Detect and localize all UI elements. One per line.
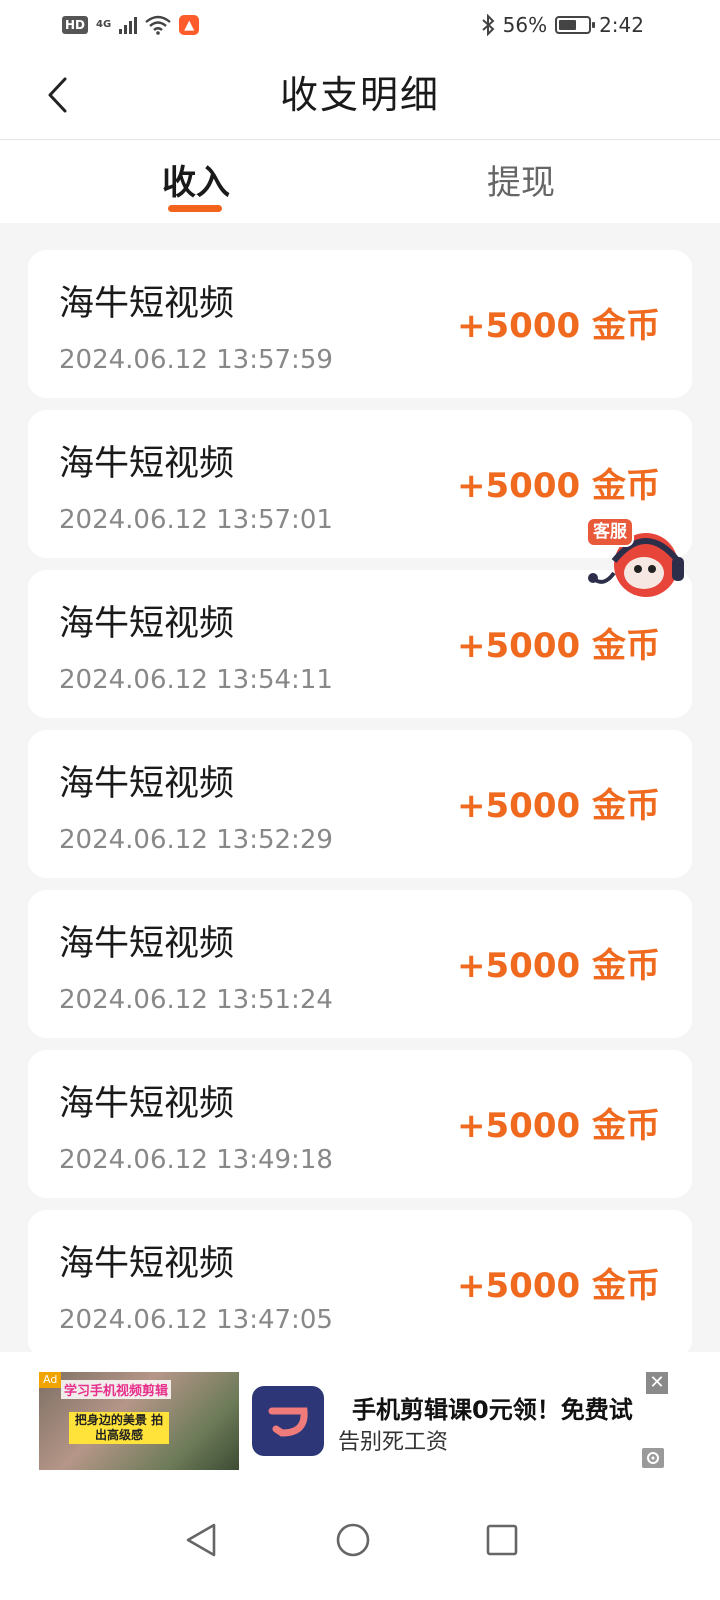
record-source: 海牛短视频 xyxy=(59,284,235,324)
ad-tag: Ad xyxy=(39,1372,62,1388)
record-amount: +5000 金币 xyxy=(457,306,660,346)
status-bar: HD 4G ▲ 56% 2:42 xyxy=(0,0,720,50)
nav-home-icon[interactable] xyxy=(323,1510,383,1570)
nav-back-icon[interactable] xyxy=(172,1510,232,1570)
chevron-left-icon xyxy=(48,77,67,113)
bluetooth-icon xyxy=(481,14,495,36)
record-item[interactable]: 海牛短视频 2024.06.12 13:49:18 +5000 金币 xyxy=(28,1050,692,1198)
clock: 2:42 xyxy=(599,13,644,37)
ad-thumbnail[interactable]: Ad 学习手机视频剪辑 把身边的美景 拍出高级感 xyxy=(39,1372,239,1470)
record-source: 海牛短视频 xyxy=(59,604,235,644)
record-amount: +5000 金币 xyxy=(457,786,660,826)
ad-banner[interactable]: Ad 学习手机视频剪辑 把身边的美景 拍出高级感 手机剪辑课0元领！免费试 告别… xyxy=(0,1352,720,1490)
back-button[interactable] xyxy=(34,72,80,118)
record-time: 2024.06.12 13:49:18 xyxy=(59,1145,333,1175)
ad-app-logo[interactable] xyxy=(252,1386,324,1456)
customer-service-button[interactable]: 客服 xyxy=(584,515,688,607)
system-navigation-bar xyxy=(0,1490,720,1600)
record-amount: +5000 金币 xyxy=(457,946,660,986)
tab-bar: 收入 提现 xyxy=(0,140,720,223)
battery-icon xyxy=(555,16,596,34)
record-item[interactable]: 海牛短视频 2024.06.12 13:47:05 +5000 金币 xyxy=(28,1210,692,1358)
record-time: 2024.06.12 13:54:11 xyxy=(59,665,333,695)
page-title: 收支明细 xyxy=(279,73,440,117)
wifi-icon xyxy=(145,15,171,35)
battery-percent: 56% xyxy=(502,13,548,37)
record-source: 海牛短视频 xyxy=(59,444,235,484)
record-item[interactable]: 海牛短视频 2024.06.12 13:57:59 +5000 金币 xyxy=(28,250,692,398)
record-time: 2024.06.12 13:57:01 xyxy=(59,505,333,535)
customer-service-label: 客服 xyxy=(586,517,634,547)
ad-thumbnail-subcaption: 把身边的美景 拍出高级感 xyxy=(69,1412,169,1444)
record-item[interactable]: 海牛短视频 2024.06.12 13:52:29 +5000 金币 xyxy=(28,730,692,878)
record-item[interactable]: 海牛短视频 2024.06.12 13:51:24 +5000 金币 xyxy=(28,890,692,1038)
record-source: 海牛短视频 xyxy=(59,1084,235,1124)
record-amount: +5000 金币 xyxy=(457,626,660,666)
record-time: 2024.06.12 13:47:05 xyxy=(59,1305,333,1335)
signal-icon xyxy=(119,16,138,34)
network-type: 4G xyxy=(96,19,112,30)
app-logo-icon xyxy=(268,1407,308,1437)
ad-title[interactable]: 手机剪辑课0元领！免费试 xyxy=(352,1390,660,1425)
record-amount: +5000 金币 xyxy=(457,1106,660,1146)
close-icon[interactable]: ✕ xyxy=(646,1372,668,1394)
ad-subtitle: 告别死工资 xyxy=(338,1430,449,1455)
app-header: 收支明细 xyxy=(0,50,720,140)
income-record-list: 海牛短视频 2024.06.12 13:57:59 +5000 金币 海牛短视频… xyxy=(28,250,692,1370)
record-amount: +5000 金币 xyxy=(457,1266,660,1306)
active-tab-indicator xyxy=(168,205,222,212)
ad-thumbnail-caption: 学习手机视频剪辑 xyxy=(61,1380,172,1399)
record-source: 海牛短视频 xyxy=(59,1244,235,1284)
nav-recents-icon[interactable] xyxy=(472,1510,532,1570)
record-source: 海牛短视频 xyxy=(59,924,235,964)
record-time: 2024.06.12 13:52:29 xyxy=(59,825,333,855)
hd-indicator: HD xyxy=(62,16,89,34)
record-source: 海牛短视频 xyxy=(59,764,235,804)
record-amount: +5000 金币 xyxy=(457,466,660,506)
record-time: 2024.06.12 13:57:59 xyxy=(59,345,333,375)
tab-withdraw[interactable]: 提现 xyxy=(421,140,621,223)
record-time: 2024.06.12 13:51:24 xyxy=(59,985,333,1015)
status-left: HD 4G ▲ xyxy=(62,15,200,35)
app-notification-icon: ▲ xyxy=(179,15,200,35)
ad-info-icon[interactable] xyxy=(642,1448,664,1468)
status-right: 56% 2:42 xyxy=(481,13,644,37)
